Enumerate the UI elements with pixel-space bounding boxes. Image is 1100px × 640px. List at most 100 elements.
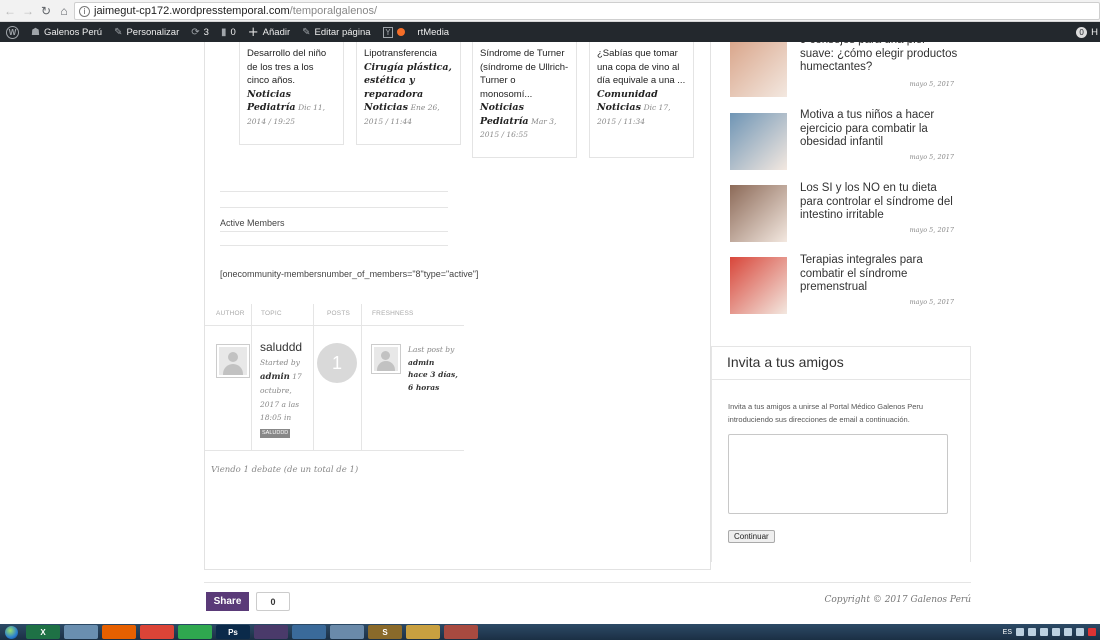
- updates-count: 3: [203, 26, 209, 38]
- card-title[interactable]: ¿Sabías que tomar una copa de vino al dí…: [597, 47, 686, 88]
- col-topic-header: TOPIC: [261, 310, 282, 317]
- tray-app-icon[interactable]: [1052, 628, 1060, 636]
- card-title[interactable]: Síndrome de Turner (síndrome de Ullrich-…: [480, 47, 569, 101]
- sidebar-post-thumbnail[interactable]: [730, 185, 787, 242]
- antivirus-icon[interactable]: [1088, 628, 1096, 636]
- taskbar-app-button[interactable]: [330, 625, 364, 639]
- freshness-meta: Last post by admin hace 3 días, 6 horas: [408, 344, 463, 394]
- invite-emails-textarea[interactable]: [728, 434, 948, 514]
- taskbar-app-button[interactable]: [178, 625, 212, 639]
- last-poster-avatar[interactable]: [371, 344, 401, 374]
- taskbar-app-button[interactable]: Ps: [216, 625, 250, 639]
- customize-link[interactable]: ✎ Personalizar: [108, 22, 185, 42]
- default-avatar-icon: [374, 347, 398, 371]
- active-members-heading: Active Members: [220, 218, 285, 228]
- windows-orb-icon: [4, 625, 18, 639]
- article-card[interactable]: ¿Sabías que tomar una copa de vino al dí…: [589, 42, 694, 158]
- volume-icon[interactable]: [1028, 628, 1036, 636]
- account-label: H: [1091, 26, 1098, 38]
- forward-icon[interactable]: →: [20, 3, 36, 19]
- sidebar-post[interactable]: 9 consejos para una piel suave: ¿cómo el…: [730, 42, 970, 100]
- url-path: /temporalgalenos/: [289, 5, 378, 17]
- sidebar-post-date: mayo 5, 2017: [909, 153, 954, 161]
- topic-meta: Started by admin 17 octubre, 2017 a las …: [260, 356, 310, 438]
- sidebar-post-thumbnail[interactable]: [730, 257, 787, 314]
- network-icon[interactable]: [1016, 628, 1024, 636]
- taskbar-app-button[interactable]: [102, 625, 136, 639]
- sidebar-post-title[interactable]: Terapias integrales para combatir el sín…: [800, 254, 960, 295]
- continue-button[interactable]: Continuar: [728, 530, 775, 543]
- home-icon[interactable]: ⌂: [56, 3, 72, 19]
- invite-title: Invita a tus amigos: [727, 354, 844, 370]
- add-new-menu[interactable]: + Añadir: [242, 22, 296, 42]
- sidebar-post-date: mayo 5, 2017: [909, 80, 954, 88]
- system-tray: ES: [1003, 624, 1100, 640]
- card-title[interactable]: Desarrollo del niño de los tres a los ci…: [247, 47, 336, 88]
- sidebar-post-title[interactable]: Los SI y los NO en tu dieta para control…: [800, 182, 960, 223]
- site-name-menu[interactable]: ☗ Galenos Perú: [25, 22, 108, 42]
- in-label: in: [284, 413, 292, 422]
- divider: [220, 207, 448, 208]
- col-author-header: AUTHOR: [216, 310, 245, 317]
- share-button[interactable]: Share: [206, 592, 249, 611]
- dashboard-icon: ☗: [31, 26, 40, 38]
- address-bar[interactable]: i jaimegut-cp172.wordpresstemporal.com/t…: [74, 2, 1100, 20]
- notifications-count: 0: [1076, 26, 1088, 38]
- taskbar-app-button[interactable]: [444, 625, 478, 639]
- customize-label: Personalizar: [126, 26, 180, 38]
- sidebar-post-date: mayo 5, 2017: [909, 298, 954, 306]
- flag-icon[interactable]: [1076, 628, 1084, 636]
- divider: [220, 231, 448, 232]
- article-card[interactable]: Síndrome de Turner (síndrome de Ullrich-…: [472, 42, 577, 158]
- tray-app-icon[interactable]: [1040, 628, 1048, 636]
- author-avatar[interactable]: [216, 344, 250, 378]
- edit-page-link[interactable]: ✎ Editar página: [296, 22, 376, 42]
- card-title[interactable]: Lipotransferencia: [364, 47, 453, 61]
- sidebar-post-thumbnail[interactable]: [730, 113, 787, 170]
- taskbar-app-button[interactable]: [64, 625, 98, 639]
- taskbar-app-button[interactable]: S: [368, 625, 402, 639]
- start-button[interactable]: [0, 624, 22, 640]
- sidebar-post[interactable]: Terapias integrales para combatir el sín…: [730, 254, 970, 317]
- comments-link[interactable]: ▮ 0: [215, 22, 242, 42]
- sidebar-post[interactable]: Los SI y los NO en tu dieta para control…: [730, 182, 970, 245]
- reload-icon[interactable]: ↻: [38, 3, 54, 19]
- divider: [220, 245, 448, 246]
- divider: [220, 191, 448, 192]
- url-host: jaimegut-cp172.wordpresstemporal.com: [94, 5, 290, 17]
- language-indicator[interactable]: ES: [1003, 629, 1012, 636]
- card-category[interactable]: Noticias Pediatría: [247, 89, 296, 114]
- comment-icon: ▮: [220, 26, 227, 38]
- taskbar-app-button[interactable]: [140, 625, 174, 639]
- freshness-link[interactable]: hace 3 días, 6 horas: [408, 370, 458, 392]
- rtmedia-menu[interactable]: rtMedia: [411, 22, 455, 42]
- article-card[interactable]: Desarrollo del niño de los tres a los ci…: [239, 42, 344, 145]
- yoast-menu[interactable]: Y: [377, 22, 412, 42]
- topic-author-link[interactable]: admin: [260, 372, 290, 382]
- sidebar-post-title[interactable]: 9 consejos para una piel suave: ¿cómo el…: [800, 42, 960, 75]
- wordpress-icon: W: [6, 25, 19, 39]
- taskbar-app-button[interactable]: X: [26, 625, 60, 639]
- tray-app-icon[interactable]: [1064, 628, 1072, 636]
- share-count: 0: [256, 592, 290, 611]
- updates-icon: ⟳: [191, 26, 200, 38]
- sidebar-post-title[interactable]: Motiva a tus niños a hacer ejercicio par…: [800, 109, 960, 150]
- card-category[interactable]: Noticias Pediatría: [480, 102, 529, 127]
- forum-tag-link[interactable]: SALUDDD: [260, 428, 291, 438]
- updates-link[interactable]: ⟳ 3: [185, 22, 215, 42]
- info-icon[interactable]: i: [79, 5, 90, 17]
- account-menu[interactable]: 0 H: [1076, 22, 1100, 42]
- sidebar-post-thumbnail[interactable]: [730, 42, 787, 97]
- last-post-by-label: Last post by: [408, 345, 455, 354]
- footer-divider: [204, 582, 971, 583]
- wp-logo-menu[interactable]: W: [0, 22, 25, 42]
- back-icon[interactable]: ←: [2, 3, 18, 19]
- taskbar-app-button[interactable]: [292, 625, 326, 639]
- article-card[interactable]: Lipotransferencia Cirugía plástica, esté…: [356, 42, 461, 145]
- taskbar-app-button[interactable]: [406, 625, 440, 639]
- taskbar-app-button[interactable]: [254, 625, 288, 639]
- edit-page-label: Editar página: [314, 26, 371, 38]
- topic-title-link[interactable]: saluddd: [260, 340, 302, 354]
- sidebar-post[interactable]: Motiva a tus niños a hacer ejercicio par…: [730, 109, 970, 173]
- last-post-author-link[interactable]: admin: [408, 358, 434, 367]
